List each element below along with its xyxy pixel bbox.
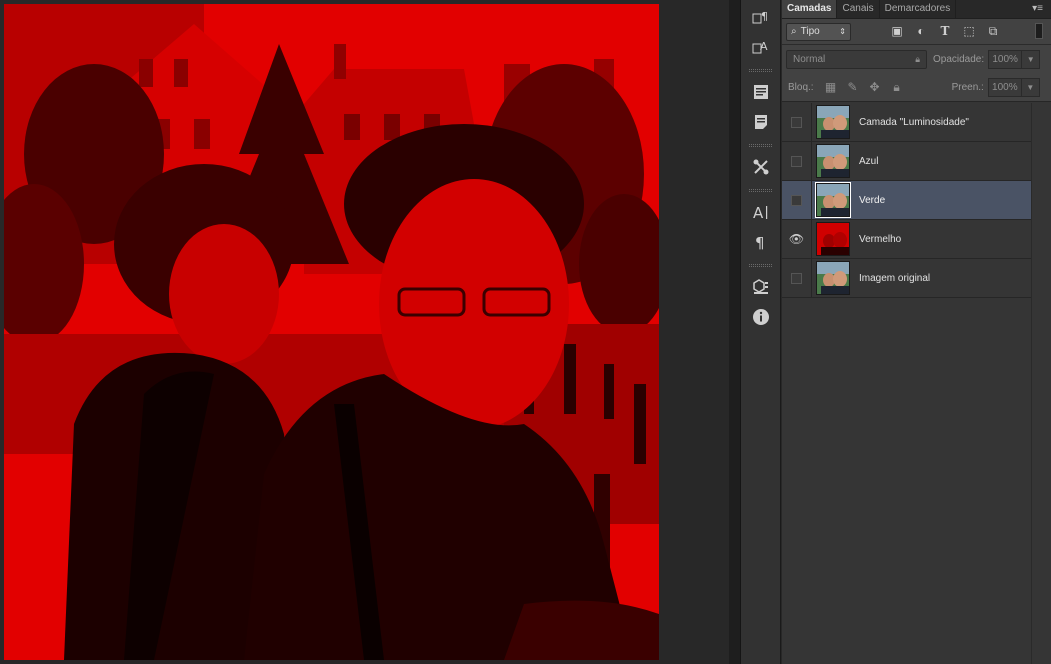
lock-label: Bloq.: xyxy=(788,81,814,93)
layer-name: Verde xyxy=(859,194,886,206)
notes-icon[interactable] xyxy=(741,77,781,107)
layer-name: Camada "Luminosidade" xyxy=(859,116,969,128)
3d-icon[interactable] xyxy=(741,272,781,302)
tab-layers[interactable]: Camadas xyxy=(782,0,838,18)
panel-dock-separator[interactable] xyxy=(729,0,741,664)
character-style-icon[interactable]: A xyxy=(741,32,781,62)
svg-text:¶: ¶ xyxy=(755,234,765,251)
image-filter-icon[interactable]: ▣ xyxy=(885,24,909,39)
visibility-toggle[interactable] xyxy=(782,141,812,181)
layer-row[interactable]: Imagem original xyxy=(782,258,1031,298)
svg-text:A: A xyxy=(753,204,764,221)
visibility-toggle[interactable] xyxy=(782,180,812,220)
layer-thumbnail xyxy=(816,105,850,139)
layer-filter-row: ⌕ Tipo ⇕ ▣ ◐ T ⬚ ⧉ xyxy=(782,19,1051,45)
fill-dropdown-button[interactable]: ▼ xyxy=(1021,77,1040,97)
photo-image xyxy=(4,4,659,660)
type-filter-icon[interactable]: T xyxy=(933,24,957,39)
visibility-off-box xyxy=(791,194,802,206)
visibility-toggle[interactable] xyxy=(782,258,812,298)
layer-row[interactable]: 👁︎ Vermelho xyxy=(782,219,1031,259)
blend-mode-value: Normal xyxy=(793,53,826,65)
opacity-label: Opacidade: xyxy=(933,53,985,65)
filter-icons: ▣ ◐ T ⬚ ⧉ xyxy=(885,24,1005,39)
tool-group-grip[interactable] xyxy=(749,69,772,72)
eye-icon: 👁︎ xyxy=(788,232,805,246)
stepper-arrows-icon: ⇕ xyxy=(839,27,846,36)
tool-group-type: A ¶ xyxy=(741,195,780,261)
lock-icons: ▦ ✎ ✥ 🔒︎ xyxy=(820,80,908,95)
layer-name: Imagem original xyxy=(859,272,931,284)
lock-position-icon[interactable]: ✥ xyxy=(864,80,886,95)
panel-tab-bar: Camadas Canais Demarcadores ▾≡ xyxy=(782,0,1051,19)
lock-pixels-icon[interactable]: ✎ xyxy=(842,80,864,95)
tool-group-grip[interactable] xyxy=(749,144,772,147)
visibility-off-box xyxy=(791,272,802,284)
document-icon[interactable] xyxy=(741,107,781,137)
lock-transparency-icon[interactable]: ▦ xyxy=(820,80,842,95)
layer-thumbnail xyxy=(816,144,850,178)
paragraph-icon[interactable]: ¶ xyxy=(741,227,781,257)
tab-paths[interactable]: Demarcadores xyxy=(880,0,957,18)
panel-menu-icon[interactable]: ▾≡ xyxy=(1032,3,1043,14)
layers-list: Camada "Luminosidade" Azul Verde 👁︎ Verm… xyxy=(782,102,1031,298)
tool-group-tools xyxy=(741,150,780,186)
layer-name: Azul xyxy=(859,155,879,167)
visibility-off-box xyxy=(791,155,802,167)
smart-object-filter-icon[interactable]: ⧉ xyxy=(981,24,1005,39)
visibility-off-box xyxy=(791,116,802,128)
panel-icon-strip: ¶ A A ¶ xyxy=(741,0,781,664)
layer-row-selected[interactable]: Verde xyxy=(782,180,1031,220)
document-canvas[interactable] xyxy=(4,4,659,660)
visibility-toggle[interactable] xyxy=(782,102,812,142)
blend-mode-select[interactable]: Normal 🔒︎ xyxy=(786,49,927,69)
layer-thumbnail xyxy=(816,222,850,256)
layer-name: Vermelho xyxy=(859,233,902,245)
tools-icon[interactable] xyxy=(741,152,781,182)
tool-group-grip[interactable] xyxy=(749,264,772,267)
adjustment-filter-icon[interactable]: ◐ xyxy=(909,24,933,39)
info-icon[interactable] xyxy=(741,302,781,332)
tab-channels[interactable]: Canais xyxy=(837,0,880,18)
filter-toggle-switch[interactable] xyxy=(1035,23,1043,39)
tool-group-grip[interactable] xyxy=(749,189,772,192)
lock-row: Bloq.: ▦ ✎ ✥ 🔒︎ Preen.: 100% ▼ xyxy=(782,73,1051,102)
character-icon[interactable]: A xyxy=(741,197,781,227)
svg-text:A: A xyxy=(760,40,768,53)
svg-text:¶: ¶ xyxy=(761,10,768,23)
visibility-toggle[interactable]: 👁︎ xyxy=(782,219,812,259)
fill-label: Preen.: xyxy=(951,81,984,93)
layers-panel: Camadas Canais Demarcadores ▾≡ ⌕ Tipo ⇕ … xyxy=(782,0,1051,664)
canvas-area[interactable] xyxy=(0,0,729,664)
filter-kind-select[interactable]: ⌕ Tipo ⇕ xyxy=(786,22,851,41)
search-icon: ⌕ xyxy=(791,26,797,37)
tool-group-styles: ¶ A xyxy=(741,0,780,66)
layer-row[interactable]: Camada "Luminosidade" xyxy=(782,102,1031,142)
lock-all-icon[interactable]: 🔒︎ xyxy=(886,80,908,95)
layer-thumbnail xyxy=(815,182,851,218)
tool-group-info xyxy=(741,270,780,336)
layer-thumbnail xyxy=(816,261,850,295)
blend-row: Normal 🔒︎ Opacidade: 100% ▼ xyxy=(782,45,1051,73)
paragraph-style-icon[interactable]: ¶ xyxy=(741,2,781,32)
filter-kind-label: Tipo xyxy=(800,26,820,37)
lock-icon: 🔒︎ xyxy=(915,53,920,64)
layers-scrollbar[interactable] xyxy=(1031,103,1051,664)
shape-filter-icon[interactable]: ⬚ xyxy=(957,24,981,39)
opacity-dropdown-button[interactable]: ▼ xyxy=(1022,49,1041,69)
fill-input[interactable]: 100% xyxy=(987,77,1022,97)
layer-row[interactable]: Azul xyxy=(782,141,1031,181)
opacity-input[interactable]: 100% xyxy=(988,49,1023,69)
tool-group-notes xyxy=(741,75,780,141)
